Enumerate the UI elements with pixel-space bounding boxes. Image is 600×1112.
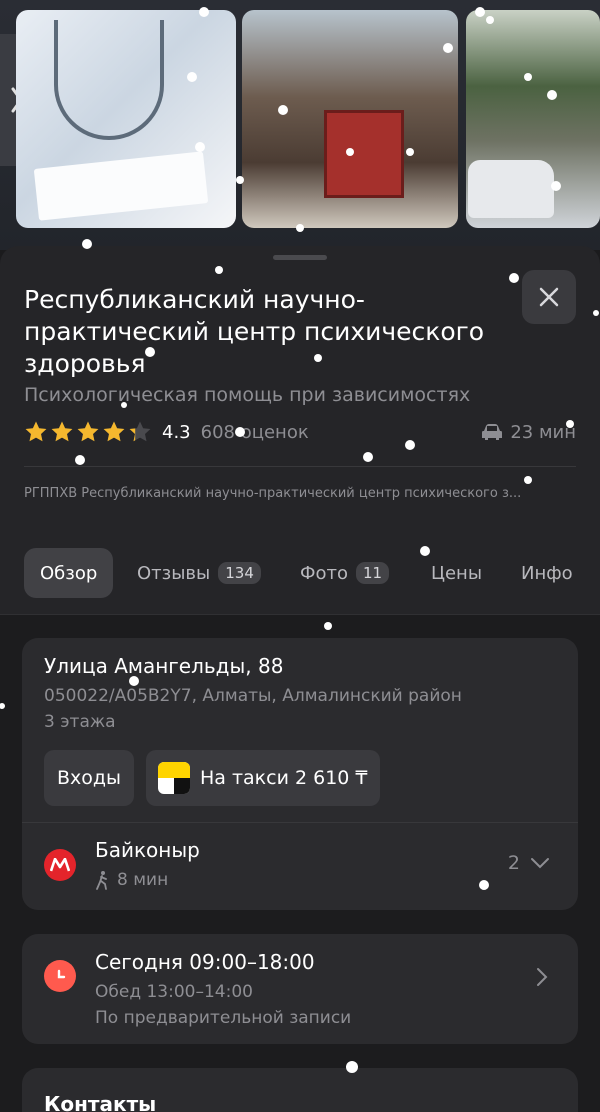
star-icon xyxy=(103,421,125,442)
legal-name: РГППХВ Республиканский научно-практическ… xyxy=(24,486,522,501)
address-postal: 050022/A05B2Y7, Алматы, Алмалинский райо… xyxy=(44,686,462,706)
close-button[interactable] xyxy=(522,270,576,324)
tab-info[interactable]: Инфо xyxy=(521,548,573,598)
tab-label: Инфо xyxy=(521,562,573,584)
gate-shape xyxy=(324,110,404,198)
walk-icon xyxy=(96,871,107,890)
star-icon xyxy=(129,421,151,442)
entrances-label: Входы xyxy=(56,767,122,789)
tab-label: Обзор xyxy=(40,562,98,584)
drive-time[interactable]: 23 мин xyxy=(480,422,576,443)
address-street[interactable]: Улица Амангельды, 88 xyxy=(44,654,283,678)
place-category: Психологическая помощь при зависимостях xyxy=(24,384,471,406)
contacts-title: Контакты xyxy=(44,1092,157,1112)
metro-expand[interactable]: 2 xyxy=(508,852,550,874)
ratings-count: 608 оценок xyxy=(200,421,309,443)
tab-bar: Обзор Отзывы 134 Фото 11 Цены Инфо xyxy=(0,548,600,600)
metro-count-label: 2 xyxy=(507,852,520,874)
place-card-sheet: Республиканский научно-практический цент… xyxy=(0,246,600,1112)
metro-station[interactable]: Байконыр xyxy=(95,838,200,862)
rating-stars xyxy=(24,420,152,444)
tab-label: Фото xyxy=(300,562,349,584)
tab-count-badge: 134 xyxy=(218,562,261,584)
rating-row[interactable]: 4.3 608 оценок 23 мин xyxy=(24,418,576,446)
place-title: Республиканский научно-практический цент… xyxy=(24,285,485,378)
tab-prices[interactable]: Цены xyxy=(431,548,482,598)
chevron-right-icon xyxy=(537,968,548,986)
close-icon xyxy=(539,287,559,307)
rating-value: 4.3 xyxy=(162,421,191,443)
photo-doctor[interactable] xyxy=(16,10,236,228)
tab-overview[interactable]: Обзор xyxy=(24,548,114,598)
paper-shape xyxy=(33,151,209,221)
hours-today: Сегодня 09:00–18:00 xyxy=(95,950,315,974)
photo-gallery[interactable] xyxy=(0,0,600,250)
tab-reviews[interactable]: Отзывы 134 xyxy=(137,548,261,598)
tab-count-badge: 11 xyxy=(356,562,390,584)
divider xyxy=(24,466,576,467)
taxi-button[interactable]: На такси 2 610 ₸ xyxy=(146,750,380,806)
clock-icon xyxy=(44,960,76,992)
tab-photos[interactable]: Фото 11 xyxy=(300,548,390,598)
contacts-card: Контакты xyxy=(22,1068,578,1112)
car-shape xyxy=(468,160,554,218)
photo-courtyard[interactable] xyxy=(466,10,600,228)
tab-label: Цены xyxy=(431,562,483,584)
taxi-logo-icon xyxy=(158,762,190,794)
taxi-label: На такси 2 610 ₸ xyxy=(200,767,368,789)
address-floors: 3 этажа xyxy=(44,712,116,732)
photo-gate[interactable] xyxy=(242,10,458,228)
sheet-grabber[interactable] xyxy=(273,255,327,260)
address-card: Улица Амангельды, 88 050022/A05B2Y7, Алм… xyxy=(22,638,578,910)
drive-time-label: 23 мин xyxy=(510,421,576,443)
tab-label: Отзывы xyxy=(137,562,211,584)
star-icon xyxy=(25,421,47,442)
hours-card[interactable]: Сегодня 09:00–18:00 Обед 13:00–14:00 По … xyxy=(22,934,578,1044)
hours-lunch: Обед 13:00–14:00 xyxy=(95,982,253,1002)
car-icon xyxy=(482,424,503,440)
divider xyxy=(22,822,578,823)
stethoscope-shape xyxy=(54,20,164,140)
metro-walk-time: 8 мин xyxy=(95,870,168,890)
walk-time-label: 8 мин xyxy=(117,870,169,890)
chevron-down-icon xyxy=(531,858,549,869)
metro-icon xyxy=(44,849,76,881)
star-icon xyxy=(77,421,99,442)
hours-note: По предварительной записи xyxy=(95,1008,352,1028)
entrances-button[interactable]: Входы xyxy=(44,750,134,806)
star-icon xyxy=(51,421,73,442)
